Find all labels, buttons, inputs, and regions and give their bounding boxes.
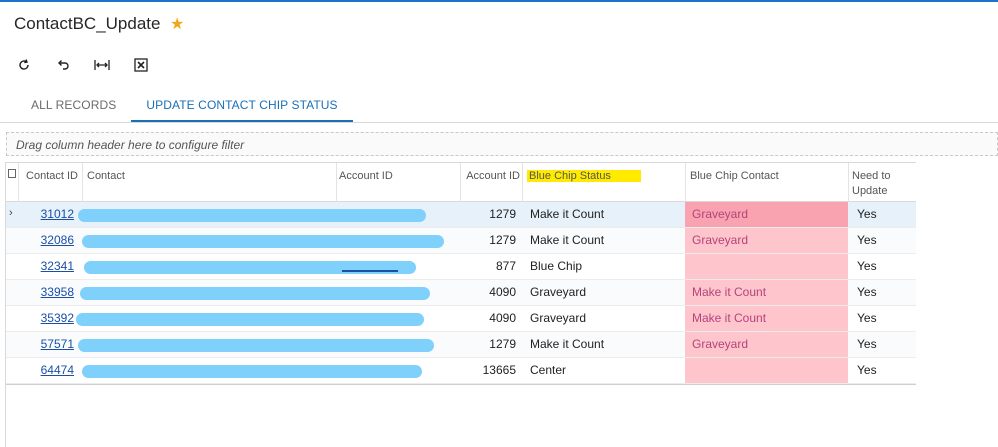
tab-bar: ALL RECORDS UPDATE CONTACT CHIP STATUS bbox=[16, 94, 353, 122]
contact-id-link[interactable]: 32341 bbox=[18, 254, 74, 279]
header-contact-id[interactable]: Contact ID bbox=[18, 163, 82, 202]
blue-chip-status-cell: Make it Count bbox=[530, 233, 605, 247]
table-row[interactable]: 32086 1279 Make it Count Graveyard Yes bbox=[6, 228, 916, 254]
contact-id-link[interactable]: 64474 bbox=[18, 358, 74, 383]
header-account-id-2[interactable]: Account ID bbox=[460, 163, 522, 202]
account-id-cell: 1279 bbox=[489, 337, 516, 351]
blue-chip-status-cell: Graveyard bbox=[530, 311, 587, 325]
table-row[interactable]: 64474 13665 Center Yes bbox=[6, 358, 916, 384]
contact-id-link[interactable]: 33958 bbox=[18, 280, 74, 305]
table-row[interactable]: 32341 877 Blue Chip Yes bbox=[6, 254, 916, 280]
account-id-cell: 877 bbox=[495, 259, 516, 273]
blue-chip-contact-cell: Graveyard bbox=[685, 332, 848, 357]
account-id-cell: 1279 bbox=[489, 233, 516, 247]
header-contact[interactable]: Contact bbox=[82, 163, 336, 202]
need-to-update-cell: Yes bbox=[857, 285, 877, 299]
blue-chip-status-cell: Center bbox=[530, 363, 567, 377]
column-settings-icon[interactable] bbox=[8, 169, 16, 178]
account-link-underline bbox=[342, 270, 398, 272]
need-to-update-cell: Yes bbox=[857, 207, 877, 221]
toolbar bbox=[14, 56, 170, 74]
account-id-cell: 13665 bbox=[482, 363, 516, 377]
blue-chip-contact-cell bbox=[685, 358, 848, 383]
contact-id-link[interactable]: 31012 bbox=[18, 202, 74, 227]
account-id-cell: 4090 bbox=[489, 311, 516, 325]
redacted-contact bbox=[82, 235, 444, 248]
undo-icon[interactable] bbox=[53, 56, 73, 74]
header-account-id[interactable]: Account ID bbox=[336, 163, 460, 202]
page-title: ContactBC_Update bbox=[14, 14, 161, 33]
row-pointer-icon: › bbox=[9, 207, 13, 219]
header-need-to-update[interactable]: Need to Update bbox=[848, 163, 916, 202]
table-row[interactable]: 35392 4090 Graveyard Make it Count Yes bbox=[6, 306, 916, 332]
need-to-update-cell: Yes bbox=[857, 311, 877, 325]
redacted-contact bbox=[80, 287, 430, 300]
account-id-cell: 4090 bbox=[489, 285, 516, 299]
highlighted-label: Blue Chip Status bbox=[527, 170, 641, 182]
favorite-star-icon[interactable]: ★ bbox=[170, 14, 184, 34]
top-accent-line bbox=[0, 0, 998, 2]
data-grid: Contact ID Contact Account ID Account ID… bbox=[6, 162, 916, 384]
need-to-update-cell: Yes bbox=[857, 337, 877, 351]
blue-chip-contact-cell bbox=[685, 254, 848, 279]
table-row[interactable]: 57571 1279 Make it Count Graveyard Yes bbox=[6, 332, 916, 358]
blue-chip-status-cell: Make it Count bbox=[530, 207, 605, 221]
blue-chip-status-cell: Graveyard bbox=[530, 285, 587, 299]
table-row[interactable]: 33958 4090 Graveyard Make it Count Yes bbox=[6, 280, 916, 306]
contact-id-link[interactable]: 57571 bbox=[18, 332, 74, 357]
redacted-contact bbox=[84, 261, 416, 274]
contact-id-link[interactable]: 35392 bbox=[18, 306, 74, 331]
need-to-update-cell: Yes bbox=[857, 363, 877, 377]
blue-chip-contact-cell: Make it Count bbox=[685, 306, 848, 331]
blue-chip-status-cell: Blue Chip bbox=[530, 259, 583, 273]
tab-update-contact-chip-status[interactable]: UPDATE CONTACT CHIP STATUS bbox=[131, 94, 353, 122]
blue-chip-contact-cell: Graveyard bbox=[685, 202, 848, 227]
redacted-contact bbox=[78, 339, 434, 352]
grid-bottom-border bbox=[6, 384, 916, 385]
export-excel-icon[interactable] bbox=[131, 56, 151, 74]
blue-chip-contact-cell: Make it Count bbox=[685, 280, 848, 305]
header-blue-chip-contact[interactable]: Blue Chip Contact bbox=[685, 163, 848, 202]
contact-id-link[interactable]: 32086 bbox=[18, 228, 74, 253]
filter-drop-zone[interactable]: Drag column header here to configure fil… bbox=[6, 132, 998, 156]
blue-chip-status-cell: Make it Count bbox=[530, 337, 605, 351]
header-blue-chip-status[interactable]: Blue Chip Status bbox=[522, 163, 685, 202]
redacted-contact bbox=[76, 313, 424, 326]
tab-divider bbox=[0, 122, 998, 123]
redacted-contact bbox=[82, 365, 422, 378]
filter-placeholder: Drag column header here to configure fil… bbox=[16, 138, 245, 152]
grid-header: Contact ID Contact Account ID Account ID… bbox=[6, 162, 916, 202]
tab-all-records[interactable]: ALL RECORDS bbox=[16, 94, 131, 122]
redacted-contact bbox=[78, 209, 426, 222]
table-row[interactable]: › 31012 1279 Make it Count Graveyard Yes bbox=[6, 202, 916, 228]
fit-columns-icon[interactable] bbox=[92, 56, 112, 74]
need-to-update-cell: Yes bbox=[857, 233, 877, 247]
need-to-update-cell: Yes bbox=[857, 259, 877, 273]
blue-chip-contact-cell: Graveyard bbox=[685, 228, 848, 253]
refresh-icon[interactable] bbox=[14, 56, 34, 74]
account-id-cell: 1279 bbox=[489, 207, 516, 221]
